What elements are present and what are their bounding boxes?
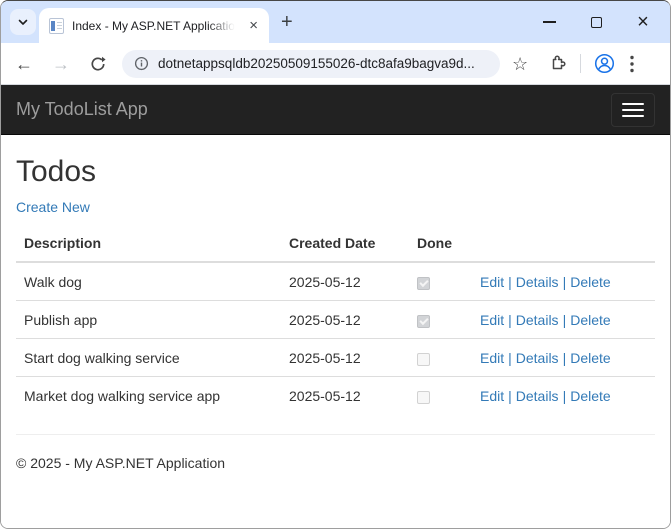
cell-created-date: 2025-05-12 <box>281 339 409 377</box>
edit-link[interactable]: Edit <box>480 388 504 404</box>
create-new-link[interactable]: Create New <box>16 199 90 215</box>
toolbar-divider <box>580 54 581 73</box>
delete-link[interactable]: Delete <box>570 274 610 290</box>
minimize-icon <box>543 21 556 23</box>
details-link[interactable]: Details <box>516 312 559 328</box>
table-row: Market dog walking service app 2025-05-1… <box>16 377 655 415</box>
navbar-toggle-button[interactable] <box>611 93 655 127</box>
footer-copyright: © 2025 - My ASP.NET Application <box>16 455 655 471</box>
table-row: Publish app 2025-05-12 Edit|Details|Dele… <box>16 301 655 339</box>
tab-title: Index - My ASP.NET Application <box>72 19 238 33</box>
done-checkbox <box>417 315 430 328</box>
table-header-row: Description Created Date Done <box>16 225 655 262</box>
address-bar[interactable]: dotnetappsqldb20250509155026-dtc8afa9bag… <box>122 50 500 78</box>
table-row: Start dog walking service 2025-05-12 Edi… <box>16 339 655 377</box>
details-link[interactable]: Details <box>516 388 559 404</box>
bookmark-star-icon[interactable]: ☆ <box>512 55 528 73</box>
cell-description: Market dog walking service app <box>16 377 281 415</box>
browser-window: Index - My ASP.NET Application × + × ← →… <box>0 0 671 529</box>
done-checkbox <box>417 391 430 404</box>
details-link[interactable]: Details <box>516 350 559 366</box>
chevron-down-icon <box>17 16 29 28</box>
cell-description: Walk dog <box>16 262 281 301</box>
page-title: Todos <box>16 155 655 189</box>
browser-titlebar: Index - My ASP.NET Application × + × <box>1 1 670 43</box>
edit-link[interactable]: Edit <box>480 350 504 366</box>
browser-tab[interactable]: Index - My ASP.NET Application × <box>39 8 269 43</box>
browser-toolbar: ← → dotnetappsqldb20250509155026-dtc8afa… <box>1 43 670 85</box>
cell-actions: Edit|Details|Delete <box>472 301 655 339</box>
tab-search-button[interactable] <box>10 9 36 35</box>
cell-created-date: 2025-05-12 <box>281 301 409 339</box>
cell-actions: Edit|Details|Delete <box>472 339 655 377</box>
page-favicon-icon <box>49 18 64 34</box>
cell-actions: Edit|Details|Delete <box>472 262 655 301</box>
url-text: dotnetappsqldb20250509155026-dtc8afa9bag… <box>158 56 475 71</box>
reload-button[interactable] <box>89 55 107 73</box>
cell-created-date: 2025-05-12 <box>281 377 409 415</box>
new-tab-button[interactable]: + <box>281 11 293 33</box>
header-actions <box>472 225 655 262</box>
cell-created-date: 2025-05-12 <box>281 262 409 301</box>
extensions-button[interactable] <box>548 54 567 73</box>
done-checkbox <box>417 277 430 290</box>
cell-description: Start dog walking service <box>16 339 281 377</box>
profile-button[interactable] <box>594 53 615 74</box>
reload-icon <box>89 55 107 73</box>
footer-divider <box>16 434 655 435</box>
edit-link[interactable]: Edit <box>480 274 504 290</box>
cell-description: Publish app <box>16 301 281 339</box>
close-icon: × <box>637 15 649 29</box>
browser-menu-button[interactable] <box>630 55 634 73</box>
delete-link[interactable]: Delete <box>570 312 610 328</box>
cell-actions: Edit|Details|Delete <box>472 377 655 415</box>
maximize-icon <box>591 17 602 28</box>
forward-button[interactable]: → <box>52 55 70 73</box>
table-row: Walk dog 2025-05-12 Edit|Details|Delete <box>16 262 655 301</box>
edit-link[interactable]: Edit <box>480 312 504 328</box>
page-viewport: My TodoList App Todos Create New Descrip… <box>1 85 670 528</box>
back-button[interactable]: ← <box>15 55 33 73</box>
profile-avatar-icon <box>594 53 615 74</box>
delete-link[interactable]: Delete <box>570 388 610 404</box>
details-link[interactable]: Details <box>516 274 559 290</box>
hamburger-icon <box>622 103 644 105</box>
todos-table: Description Created Date Done Walk dog 2… <box>16 225 655 414</box>
header-description: Description <box>16 225 281 262</box>
header-created-date: Created Date <box>281 225 409 262</box>
close-window-button[interactable]: × <box>636 15 650 29</box>
three-dots-icon <box>630 55 634 73</box>
puzzle-icon <box>548 54 567 73</box>
navbar-brand-link[interactable]: My TodoList App <box>16 99 148 120</box>
site-info-icon[interactable] <box>134 56 149 71</box>
header-done: Done <box>409 225 472 262</box>
minimize-button[interactable] <box>542 15 556 29</box>
delete-link[interactable]: Delete <box>570 350 610 366</box>
app-navbar: My TodoList App <box>1 85 670 135</box>
main-content: Todos Create New Description Created Dat… <box>1 155 670 471</box>
tab-close-icon[interactable]: × <box>246 16 261 35</box>
done-checkbox <box>417 353 430 366</box>
maximize-button[interactable] <box>589 15 603 29</box>
window-controls: × <box>542 15 670 29</box>
